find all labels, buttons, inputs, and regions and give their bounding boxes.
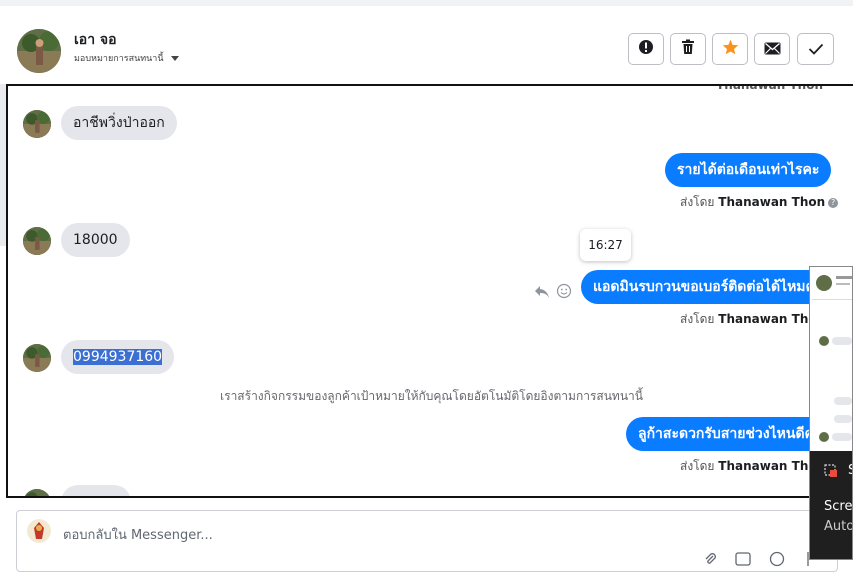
help-icon[interactable]: ?	[828, 198, 839, 208]
sender-avatar[interactable]	[23, 344, 51, 372]
incoming-message[interactable]: อาชีพวิ่งป่าออก	[61, 106, 177, 140]
sent-by-cutoff: Thanawan Thon	[716, 84, 823, 92]
conversation-header: เอา จอ มอบหมายการสนทนานี้	[0, 6, 853, 84]
saved-replies-icon[interactable]	[735, 551, 751, 571]
toast-subtitle: Auto	[824, 519, 853, 534]
thumb-char: S	[848, 463, 852, 478]
incoming-message[interactable]: 18000	[61, 223, 130, 257]
attachment-icon[interactable]	[703, 551, 717, 571]
system-note: เราสร้างกิจกรรมของลูกค้าเป้าหมายให้กับคุ…	[220, 389, 643, 403]
star-button[interactable]	[712, 33, 748, 65]
sent-by-label: ส่งโดย Thanawan Thon?	[680, 193, 839, 212]
toast-title: Scre	[824, 499, 853, 514]
screenshot-toast: S Scre Auto	[810, 451, 853, 559]
incoming-message[interactable]: 0994937160	[61, 340, 175, 374]
message-thread[interactable]: Thanawan Thon อาชีพวิ่งป่าออก รายได้ต่อเ…	[6, 84, 853, 498]
outgoing-message[interactable]: รายได้ต่อเดือนเท่าไรคะ	[665, 153, 832, 187]
composer-tools	[703, 551, 813, 571]
trash-icon	[681, 39, 695, 59]
message-hover-actions	[534, 283, 572, 303]
reply-icon[interactable]	[534, 284, 550, 303]
sender-avatar[interactable]	[23, 227, 51, 255]
reply-placeholder: ตอบกลับใน Messenger...	[63, 528, 213, 543]
report-button[interactable]	[628, 33, 664, 65]
header-actions	[628, 33, 834, 65]
snip-icon	[824, 463, 838, 482]
incoming-message-clipped[interactable]	[61, 485, 131, 496]
exclamation-icon	[638, 39, 654, 59]
contact-name[interactable]: เอา จอ	[74, 29, 117, 51]
assign-label: มอบหมายการสนทนานี้	[74, 54, 164, 64]
sender-avatar[interactable]	[23, 489, 51, 496]
envelope-icon	[764, 40, 781, 59]
emoji-react-icon[interactable]	[556, 283, 572, 303]
screenshot-thumbnail[interactable]: S Scre Auto	[809, 266, 853, 560]
timestamp-tooltip: 16:27	[580, 229, 631, 261]
star-icon	[722, 39, 739, 59]
sender-avatar[interactable]	[23, 110, 51, 138]
emoji-icon[interactable]	[769, 551, 785, 571]
page-avatar	[27, 519, 51, 543]
outgoing-message[interactable]: แอดมินรบกวนขอเบอร์ติดต่อได้ไหมคะ	[581, 270, 835, 304]
delete-button[interactable]	[670, 33, 706, 65]
mark-unread-button[interactable]	[754, 33, 790, 65]
caret-down-icon	[170, 55, 179, 61]
assign-conversation-dropdown[interactable]: มอบหมายการสนทนานี้	[74, 51, 179, 65]
reply-composer[interactable]: ตอบกลับใน Messenger...	[16, 510, 838, 572]
contact-avatar[interactable]	[17, 29, 61, 73]
mark-done-button[interactable]	[797, 33, 834, 65]
sent-by-label: ส่งโดย Thanawan Thon	[680, 459, 826, 473]
selected-phone-number[interactable]: 0994937160	[73, 349, 163, 365]
outgoing-message[interactable]: ลูก้าสะดวกรับสายช่วงไหนดีคะ	[626, 417, 834, 451]
check-icon	[808, 40, 824, 59]
sent-by-label: ส่งโดย Thanawan Thon	[680, 312, 826, 326]
